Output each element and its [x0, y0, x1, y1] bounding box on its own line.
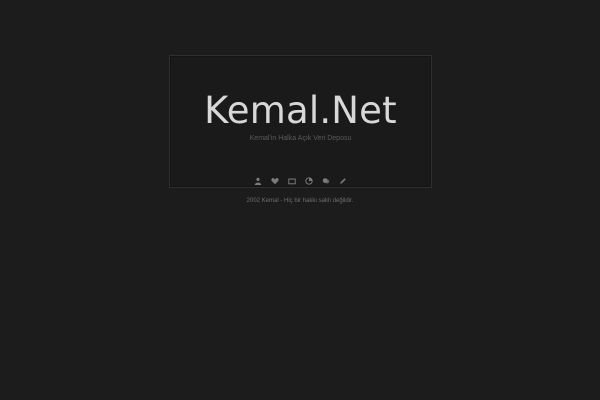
user-icon[interactable]	[250, 176, 267, 186]
heart-icon[interactable]	[267, 176, 284, 186]
pencil-icon[interactable]	[335, 176, 352, 186]
site-title: Kemal.Net	[204, 89, 397, 132]
site-tagline: Kemal'in Halka Açık Veri Deposu	[249, 135, 352, 142]
chat-icon[interactable]	[318, 176, 335, 186]
icon-nav-bar	[170, 176, 431, 186]
footer-copyright: 2002 Kemal - Hiç bir hakkı saklı değildi…	[246, 198, 354, 204]
hero-box: Kemal.Net Kemal'in Halka Açık Veri Depos…	[169, 55, 432, 188]
folder-icon[interactable]	[284, 176, 301, 186]
pie-chart-icon[interactable]	[301, 176, 318, 186]
page: Kemal.Net Kemal'in Halka Açık Veri Depos…	[0, 0, 600, 400]
